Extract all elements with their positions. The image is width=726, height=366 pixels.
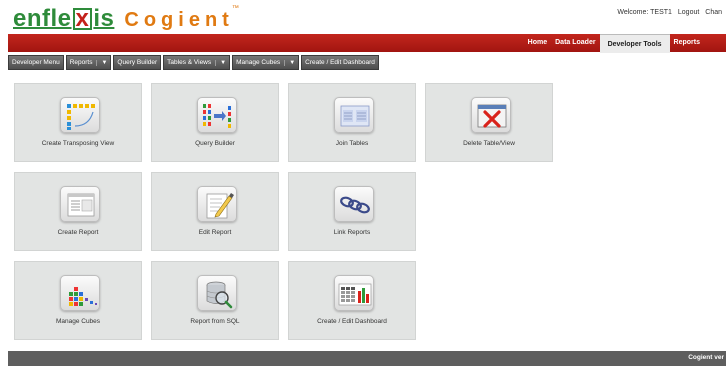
query-builder-button[interactable]: Query Builder bbox=[113, 55, 162, 70]
dashboard-menu-button[interactable]: Create / Edit Dashboard bbox=[301, 55, 379, 70]
query-builder-icon bbox=[197, 97, 237, 133]
tile-manage-cubes[interactable]: Manage Cubes bbox=[14, 261, 142, 340]
query-builder-menu-label: Query Builder bbox=[117, 59, 158, 66]
product-name: Cogient bbox=[124, 9, 234, 31]
user-bar: Welcome: TEST1 Logout Chan bbox=[613, 9, 722, 16]
reports-menu-label: Reports bbox=[69, 59, 93, 66]
footer: Cogient ver bbox=[8, 351, 726, 366]
tile-create-transposing-view[interactable]: Create Transposing View bbox=[14, 83, 142, 162]
tile-label: Edit Report bbox=[198, 229, 232, 236]
enflexis-cogient-logo[interactable]: enfle x is Cogient ™ bbox=[13, 5, 239, 31]
brand-logo: enfle x is bbox=[13, 5, 115, 32]
brand-x: x bbox=[72, 7, 93, 31]
dashboard-icon bbox=[334, 275, 374, 311]
welcome-text: Welcome: TEST1 bbox=[617, 9, 672, 16]
tile-label: Create Report bbox=[57, 229, 99, 236]
tile-create-report[interactable]: Create Report bbox=[14, 172, 142, 251]
nav-reports[interactable]: Reports bbox=[670, 34, 726, 52]
edit-report-icon bbox=[197, 186, 237, 222]
developer-menu-button[interactable]: Developer Menu bbox=[8, 55, 64, 70]
chevron-down-icon[interactable]: ▼ bbox=[284, 59, 295, 66]
tile-label: Create Transposing View bbox=[41, 140, 115, 147]
page: enfle x is Cogient ™ Welcome: TEST1 Logout… bbox=[0, 0, 726, 366]
link-reports-icon bbox=[334, 186, 374, 222]
developer-menu-label: Developer Menu bbox=[12, 59, 60, 66]
manage-cubes-menu-label: Manage Cubes bbox=[236, 59, 281, 66]
tile-query-builder[interactable]: Query Builder bbox=[151, 83, 279, 162]
tile-link-reports[interactable]: Link Reports bbox=[288, 172, 416, 251]
tile-report-from-sql[interactable]: Report from SQL bbox=[151, 261, 279, 340]
tile-label: Report from SQL bbox=[190, 318, 240, 325]
reports-menu-button[interactable]: Reports ▼ bbox=[65, 55, 112, 70]
tile-label: Join Tables bbox=[335, 140, 369, 147]
tile-delete-table-view[interactable]: Delete Table/View bbox=[425, 83, 553, 162]
chevron-down-icon[interactable]: ▼ bbox=[215, 59, 226, 66]
top-nav: Home Data Loader Developer Tools Reports bbox=[8, 33, 726, 53]
tables-views-menu-label: Tables & Views bbox=[167, 59, 212, 66]
nav-home[interactable]: Home bbox=[524, 34, 551, 52]
tile-label: Query Builder bbox=[195, 140, 235, 147]
tile-label: Create / Edit Dashboard bbox=[317, 318, 387, 325]
trademark: ™ bbox=[231, 5, 239, 12]
nav-developer-tools[interactable]: Developer Tools bbox=[599, 33, 670, 53]
footer-version: Cogient ver bbox=[688, 354, 724, 361]
tile-label: Link Reports bbox=[333, 229, 371, 236]
logout-link[interactable]: Logout bbox=[678, 9, 699, 16]
create-report-icon bbox=[60, 186, 100, 222]
nav-data-loader[interactable]: Data Loader bbox=[551, 34, 599, 52]
transpose-view-icon bbox=[60, 97, 100, 133]
change-link[interactable]: Chan bbox=[705, 9, 722, 16]
tile-create-edit-dashboard[interactable]: Create / Edit Dashboard bbox=[288, 261, 416, 340]
tile-join-tables[interactable]: Join Tables bbox=[288, 83, 416, 162]
header: enfle x is Cogient ™ Welcome: TEST1 Logout… bbox=[0, 0, 726, 33]
tile-label: Manage Cubes bbox=[55, 318, 101, 325]
menu-bar: Developer Menu Reports ▼ Query Builder Ta… bbox=[8, 55, 379, 70]
delete-table-icon bbox=[471, 97, 511, 133]
manage-cubes-icon bbox=[60, 275, 100, 311]
sql-report-icon bbox=[197, 275, 237, 311]
tables-views-menu-button[interactable]: Tables & Views ▼ bbox=[163, 55, 231, 70]
tile-label: Delete Table/View bbox=[463, 140, 515, 147]
manage-cubes-menu-button[interactable]: Manage Cubes ▼ bbox=[232, 55, 300, 70]
chevron-down-icon[interactable]: ▼ bbox=[96, 59, 107, 66]
join-tables-icon bbox=[334, 97, 374, 133]
dashboard-menu-label: Create / Edit Dashboard bbox=[305, 59, 375, 66]
tile-edit-report[interactable]: Edit Report bbox=[151, 172, 279, 251]
